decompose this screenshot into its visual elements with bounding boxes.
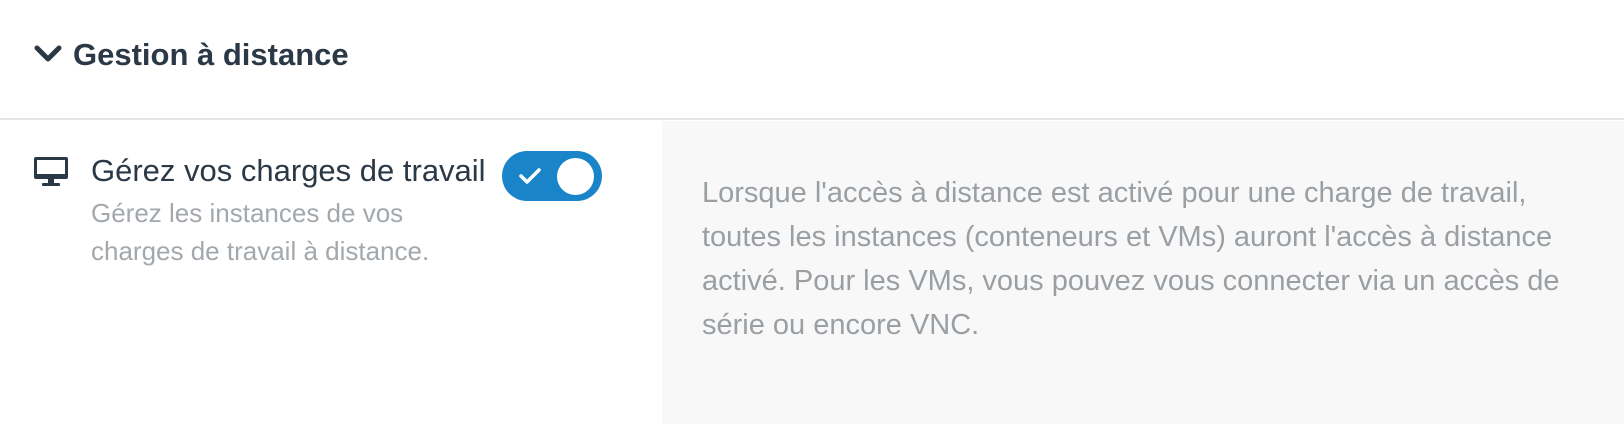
setting-description: Gérez les instances de vos charges de tr… (91, 198, 430, 266)
toggle-knob[interactable] (557, 158, 594, 195)
monitor-icon (34, 157, 68, 186)
workload-setting-panel: Gérez vos charges de travail Gérez les i… (0, 120, 662, 424)
remote-management-page: Gestion à distance Gérez vos charges de … (0, 0, 1624, 424)
remote-access-toggle[interactable] (502, 151, 602, 201)
chevron-down-icon[interactable] (33, 42, 63, 66)
check-icon (519, 168, 541, 184)
help-text: Lorsque l'accès à distance est activé po… (702, 177, 1560, 341)
help-panel: Lorsque l'accès à distance est activé po… (662, 121, 1624, 424)
setting-title: Gérez vos charges de travail (91, 153, 486, 188)
section-title: Gestion à distance (73, 37, 349, 72)
section-header-remote-management[interactable]: Gestion à distance (0, 0, 1624, 120)
